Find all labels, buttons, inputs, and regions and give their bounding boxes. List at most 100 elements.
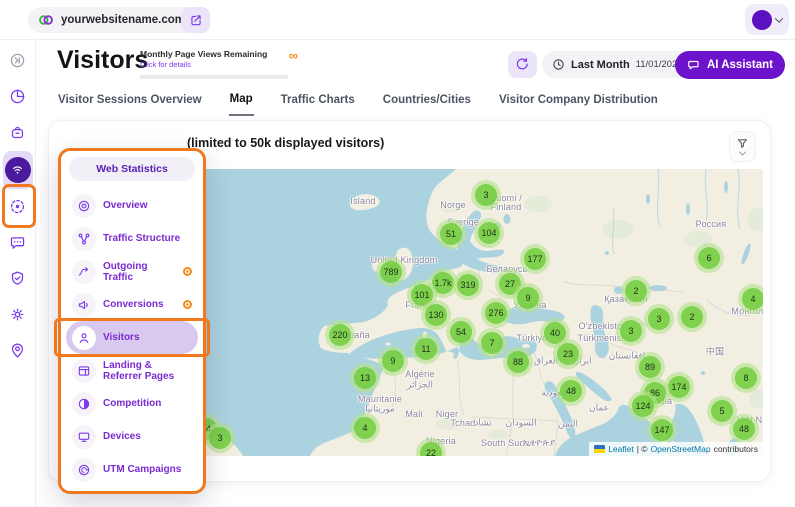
visitor-cluster-marker[interactable]: 9: [513, 283, 543, 313]
filter-button[interactable]: [729, 131, 756, 162]
visitor-cluster-marker[interactable]: 789: [376, 257, 406, 287]
refresh-button[interactable]: [508, 51, 537, 78]
feedback-chat-icon[interactable]: [4, 228, 32, 256]
web-statistics-signal-icon: [5, 157, 31, 183]
menu-item-label: Traffic Structure: [103, 233, 180, 244]
page-title: Visitors: [57, 46, 148, 75]
quota-progress: [140, 75, 288, 79]
devices-icon: [72, 425, 96, 449]
menu-title: Web Statistics: [69, 157, 195, 181]
visitor-cluster-marker[interactable]: 4: [738, 284, 763, 314]
map-country-label: اليمن: [558, 419, 578, 430]
avatar: [752, 10, 772, 30]
visitor-cluster-marker[interactable]: 3: [471, 180, 501, 210]
analytics-pie-icon[interactable]: [4, 82, 32, 110]
map-country-label: 中国: [706, 345, 724, 358]
app: yourwebsitename.com: [0, 0, 795, 507]
notification-badge: [183, 300, 192, 309]
security-shield-icon[interactable]: [4, 264, 32, 292]
tab-visitor-company-distribution[interactable]: Visitor Company Distribution: [498, 90, 659, 116]
tab-traffic-charts[interactable]: Traffic Charts: [280, 90, 356, 116]
visitor-cluster-marker[interactable]: 104: [474, 218, 504, 248]
outgoing-traffic-icon: [72, 260, 96, 284]
menu-item-visitors[interactable]: Visitors: [66, 321, 198, 354]
map-country-label: الجزائر: [407, 380, 433, 391]
map-country-label: Mauritanie: [358, 394, 402, 404]
menu-item-label: Outgoing Traffic: [103, 261, 176, 283]
clock-icon: [552, 58, 565, 71]
visitors-icon: [72, 326, 96, 350]
rail-item-web-statistics[interactable]: [3, 151, 33, 189]
menu-item-outgoing-traffic[interactable]: Outgoing Traffic: [66, 255, 198, 288]
menu-item-devices[interactable]: Devices: [66, 420, 198, 453]
account-menu-button[interactable]: [745, 4, 789, 35]
ai-assistant-button[interactable]: AI Assistant: [675, 51, 785, 79]
visitor-cluster-marker[interactable]: 8: [731, 363, 761, 393]
visitor-cluster-marker[interactable]: 2: [677, 302, 707, 332]
tab-countries-cities[interactable]: Countries/Cities: [382, 90, 472, 116]
chat-icon: [687, 58, 701, 72]
map-country-label: السودان: [505, 418, 536, 429]
menu-item-landing-referrer-pages[interactable]: Landing & Referrer Pages: [66, 354, 198, 387]
visitor-cluster-marker[interactable]: 276: [481, 298, 511, 328]
visitor-cluster-marker[interactable]: 3: [616, 316, 646, 346]
utm-campaigns-icon: [72, 458, 96, 482]
menu-item-overview[interactable]: Overview: [66, 189, 198, 222]
ukraine-flag-icon: [594, 445, 605, 453]
visitor-cluster-marker[interactable]: 7: [477, 328, 507, 358]
visitor-cluster-marker[interactable]: 23: [553, 339, 583, 369]
visitor-cluster-marker[interactable]: 54: [446, 317, 476, 347]
quota-details-link[interactable]: Click for details: [140, 60, 267, 69]
visitor-location-icon[interactable]: [4, 336, 32, 364]
menu-item-label: Landing & Referrer Pages: [103, 360, 192, 382]
topbar: yourwebsitename.com: [0, 0, 795, 40]
menu-item-conversions[interactable]: Conversions: [66, 288, 198, 321]
menu-item-label: Competition: [103, 398, 161, 409]
external-link-icon: [189, 13, 203, 27]
map-country-label: Mali: [405, 409, 422, 419]
visitor-cluster-marker[interactable]: 2: [621, 276, 651, 306]
attribution-separator: | ©: [637, 444, 648, 454]
menu-item-label: UTM Campaigns: [103, 464, 181, 475]
landing-pages-icon: [72, 359, 96, 383]
visitor-cluster-marker[interactable]: 48: [729, 414, 759, 444]
competition-icon: [72, 392, 96, 416]
map-country-label: ኢትዮጵያ: [523, 438, 555, 449]
visitor-cluster-marker[interactable]: 13: [350, 363, 380, 393]
orders-bag-icon[interactable]: [4, 118, 32, 146]
visitor-cluster-marker[interactable]: 3: [205, 423, 235, 453]
retargeting-target-icon[interactable]: [4, 192, 32, 220]
menu-item-utm-campaigns[interactable]: UTM Campaigns: [66, 453, 198, 486]
visitor-cluster-marker[interactable]: 3: [644, 304, 674, 334]
visitor-cluster-marker[interactable]: 177: [520, 244, 550, 274]
openstreetmap-link[interactable]: OpenStreetMap: [651, 444, 711, 454]
leaflet-link[interactable]: Leaflet: [608, 444, 634, 454]
visitor-cluster-marker[interactable]: 88: [503, 347, 533, 377]
visitor-cluster-marker[interactable]: 11: [411, 334, 441, 364]
menu-item-label: Devices: [103, 431, 141, 442]
settings-gear-icon[interactable]: [4, 300, 32, 328]
refresh-icon: [515, 57, 530, 72]
menu-item-competition[interactable]: Competition: [66, 387, 198, 420]
site-name: yourwebsitename.com: [61, 14, 185, 26]
visitor-cluster-marker[interactable]: 220: [325, 320, 355, 350]
visitor-cluster-marker[interactable]: 147: [647, 415, 677, 445]
icon-rail: [0, 40, 36, 507]
map-country-label: Россия: [696, 219, 727, 229]
collapse-sidebar-icon[interactable]: [4, 46, 32, 74]
visitor-cluster-marker[interactable]: 6: [694, 243, 724, 273]
visitor-cluster-marker[interactable]: 4: [350, 413, 380, 443]
visitor-cluster-marker[interactable]: 48: [556, 376, 586, 406]
tab-visitor-sessions-overview[interactable]: Visitor Sessions Overview: [57, 90, 203, 116]
visitor-cluster-marker[interactable]: 51: [436, 219, 466, 249]
tab-map[interactable]: Map: [229, 90, 254, 116]
quota-label: Monthly Page Views Remaining: [140, 49, 267, 60]
menu-item-traffic-structure[interactable]: Traffic Structure: [66, 222, 198, 255]
visitor-cluster-marker[interactable]: 9: [378, 346, 408, 376]
visitor-cluster-marker[interactable]: 89: [635, 352, 665, 382]
map-country-label: Island: [350, 196, 375, 206]
menu-item-label: Overview: [103, 200, 147, 211]
visitor-cluster-marker[interactable]: 319: [453, 270, 483, 300]
map-country-label: Tchad: [450, 418, 475, 428]
open-site-button[interactable]: [181, 7, 210, 33]
